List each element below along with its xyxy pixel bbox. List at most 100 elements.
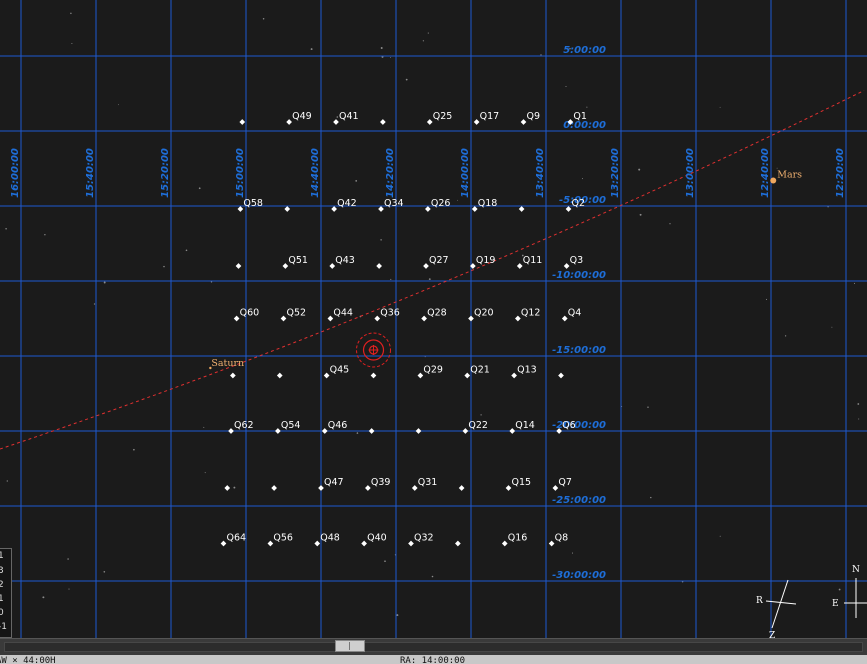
dec-tick-label: -15:00:00 <box>552 345 606 356</box>
dec-tick-label: -10:00:00 <box>552 270 606 281</box>
field-label: Q27 <box>429 255 449 266</box>
field-label: Q6 <box>562 420 576 431</box>
background-star <box>310 48 313 51</box>
dec-tick-label: -25:00:00 <box>552 495 606 506</box>
legend-value: 3 <box>0 566 4 576</box>
background-star <box>480 414 482 416</box>
field-label: Q47 <box>324 477 344 488</box>
compass-east-label: E <box>832 599 839 609</box>
background-star <box>71 42 73 45</box>
field-label: Q21 <box>470 365 490 376</box>
ra-tick-label: 15:00:00 <box>235 148 246 198</box>
background-star <box>838 588 841 591</box>
background-star <box>70 12 72 15</box>
ra-tick-label: 15:40:00 <box>85 148 96 198</box>
field-label: Q32 <box>414 533 434 544</box>
field-label: Q20 <box>474 308 494 319</box>
background-star <box>776 167 778 169</box>
field-label: Q25 <box>433 111 453 122</box>
ra-tick-label: 13:20:00 <box>610 148 621 198</box>
field-label: Q52 <box>287 308 307 319</box>
field-label: Q13 <box>517 365 537 376</box>
background-star <box>586 106 588 108</box>
field-label: Q28 <box>427 308 447 319</box>
horizon-r-label: R <box>756 596 763 606</box>
field-label: Q46 <box>328 420 348 431</box>
field-label: Q54 <box>281 420 301 431</box>
field-label: Q31 <box>418 477 438 488</box>
background-star <box>784 335 787 337</box>
background-star <box>380 47 383 49</box>
field-label: Q36 <box>380 308 400 319</box>
background-star <box>163 265 165 268</box>
background-star <box>198 187 201 190</box>
background-star <box>118 104 119 106</box>
field-label: Q48 <box>320 533 340 544</box>
background-star <box>262 18 265 20</box>
field-label: Q11 <box>523 255 543 266</box>
background-star <box>565 85 567 88</box>
ra-tick-label: 13:40:00 <box>535 148 546 198</box>
dec-tick-label: -30:00:00 <box>552 570 606 581</box>
background-star <box>639 213 642 216</box>
field-label: Q18 <box>478 198 498 209</box>
background-star <box>384 560 386 563</box>
status-ra-readout: RA: 14:00:00 <box>400 656 466 664</box>
horizontal-scrollbar[interactable] <box>0 638 867 655</box>
field-label: Q19 <box>476 255 496 266</box>
legend-value: 2 <box>0 580 4 590</box>
background-star <box>93 303 96 305</box>
mars-marker <box>770 177 777 184</box>
background-star <box>457 199 458 201</box>
background-star <box>422 40 425 42</box>
background-star <box>355 180 358 182</box>
field-label: Q56 <box>273 533 293 544</box>
field-label: Q41 <box>339 111 359 122</box>
field-label: Q14 <box>515 420 535 431</box>
background-star <box>44 234 46 236</box>
background-star <box>669 223 671 225</box>
ra-tick-label: 14:00:00 <box>460 148 471 198</box>
field-label: Q62 <box>234 420 254 431</box>
background-star <box>650 496 652 499</box>
field-label: Q34 <box>384 198 404 209</box>
field-label: Q49 <box>292 111 312 122</box>
field-label: Q16 <box>508 533 528 544</box>
field-label: Q3 <box>570 255 584 266</box>
field-label: Q44 <box>333 308 353 319</box>
background-star <box>638 168 641 171</box>
background-star <box>719 106 721 108</box>
legend-value: 1 <box>0 551 4 561</box>
background-star <box>336 116 339 118</box>
background-star <box>203 426 205 428</box>
background-star <box>5 228 7 230</box>
mars-label: Mars <box>777 170 802 181</box>
sky-map[interactable]: 16:00:00 15:40:00 15:20:00 15:00:00 14:40:00… <box>0 0 867 638</box>
background-star <box>719 535 721 537</box>
compass-north-label: N <box>852 565 860 575</box>
background-star <box>6 480 8 482</box>
background-star <box>390 278 392 280</box>
magnitude-legend: 1 3 2 1 0 -1 <box>0 548 12 638</box>
background-star <box>831 326 833 328</box>
field-label: Q40 <box>367 533 387 544</box>
background-star <box>204 472 206 474</box>
scrollbar-track[interactable] <box>4 642 863 652</box>
background-star <box>103 281 106 284</box>
field-label: Q1 <box>573 111 587 122</box>
background-star <box>540 54 542 56</box>
background-star <box>103 571 106 573</box>
ra-tick-label: 13:00:00 <box>685 148 696 198</box>
ra-tick-label: 12:20:00 <box>835 148 846 198</box>
legend-value: -1 <box>0 622 7 632</box>
background-star <box>42 596 45 599</box>
ra-tick-label: 15:20:00 <box>160 148 171 198</box>
background-star <box>853 282 856 284</box>
status-left-text: AW × 44:00H <box>0 656 56 664</box>
scrollbar-thumb[interactable] <box>335 640 365 652</box>
field-label: Q60 <box>240 308 260 319</box>
background-star <box>427 32 429 34</box>
background-star <box>67 558 69 560</box>
background-star <box>390 56 391 58</box>
field-label: Q8 <box>555 533 569 544</box>
